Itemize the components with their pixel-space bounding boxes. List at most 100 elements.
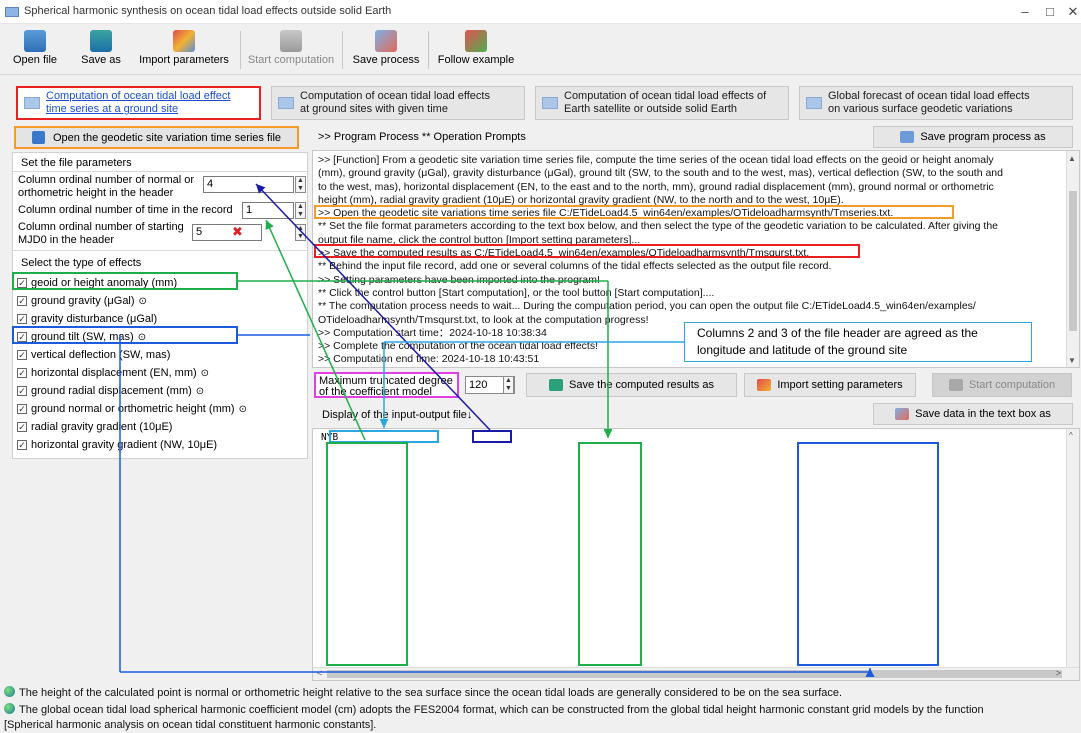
- toolbar-separator: [342, 31, 343, 69]
- start-computation-tool-button[interactable]: Start computation: [244, 28, 338, 72]
- effect-radial-displacement[interactable]: ✓ ground radial displacement (mm) ⊙: [17, 383, 204, 399]
- scroll-thumb[interactable]: [327, 670, 1062, 678]
- checkbox-icon: ✓: [17, 350, 27, 360]
- effect-horizontal-displacement[interactable]: ✓ horizontal displacement (EN, mm) ⊙: [17, 365, 209, 381]
- save-process-button[interactable]: Save process: [348, 28, 424, 72]
- effect-horizontal-gradient[interactable]: ✓ horizontal gravity gradient (NW, 10μE): [17, 437, 217, 453]
- process-scrollbar[interactable]: ▲ ▼: [1066, 151, 1079, 367]
- mode-tab-label: Computation of ocean tidal load effects a…: [300, 90, 490, 115]
- mode-icon: [278, 97, 294, 109]
- effect-label: horizontal displacement (EN, mm): [31, 367, 197, 379]
- import-parameters-button[interactable]: Import parameters: [132, 28, 236, 72]
- callout-line: Columns 2 and 3 of the file header are a…: [697, 326, 978, 340]
- import-parameters-label: Import parameters: [139, 54, 229, 66]
- start-icon: [948, 379, 963, 391]
- process-line: ** Click the control button [Start compu…: [318, 286, 715, 299]
- open-file-button[interactable]: Open file: [6, 28, 64, 72]
- mjd0-column-input[interactable]: 5: [192, 224, 262, 241]
- highlight-height: [472, 430, 512, 443]
- start-computation-label: Start computation: [968, 379, 1056, 391]
- save-text-button[interactable]: Save data in the text box as: [873, 403, 1073, 425]
- process-line: >> Setting parameters have been imported…: [318, 273, 600, 286]
- truncated-degree-spinner[interactable]: ▲ ▼: [503, 376, 514, 394]
- time-column-input[interactable]: 1: [242, 202, 294, 219]
- effects-title: Select the type of effects: [21, 257, 142, 269]
- effect-ground-gravity[interactable]: ✓ ground gravity (μGal) ⊙: [17, 293, 147, 309]
- checkbox-icon: ✓: [17, 314, 27, 324]
- open-site-series-button[interactable]: Open the geodetic site variation time se…: [14, 126, 299, 149]
- follow-example-button[interactable]: Follow example: [434, 28, 518, 72]
- save-results-button[interactable]: Save the computed results as: [526, 373, 737, 397]
- close-button[interactable]: ✕: [1058, 2, 1081, 22]
- toolbar: Open file Save as Import parameters Star…: [0, 25, 1081, 75]
- save-text-label: Save data in the text box as: [915, 408, 1051, 420]
- title-bar: Spherical harmonic synthesis on ocean ti…: [0, 0, 1081, 24]
- save-process-icon: [375, 30, 397, 52]
- mjd0-column-label: Column ordinal number of starting MJD0 in…: [18, 221, 184, 246]
- highlight-geoid-column: [578, 442, 642, 666]
- mode-tab-given-time[interactable]: Computation of ocean tidal load effects a…: [271, 86, 525, 120]
- mode-icon: [806, 97, 822, 109]
- effect-label: ground gravity (μGal): [31, 295, 135, 307]
- open-site-series-label: Open the geodetic site variation time se…: [52, 131, 282, 144]
- open-file-icon: [31, 131, 45, 144]
- import-settings-button[interactable]: Import setting parameters: [744, 373, 916, 397]
- mjd0-column-spinner[interactable]: ▲ ▼: [295, 224, 306, 241]
- io-textbox[interactable]: NYB101.23000029.91000047.21858484.000000…: [312, 428, 1080, 681]
- process-line: ** The computation process needs to wait…: [318, 300, 976, 313]
- highlight-time-column: [326, 442, 408, 666]
- radio-icon[interactable]: ⊙: [201, 368, 209, 379]
- effect-gravity-disturbance[interactable]: ✓ gravity disturbance (μGal): [17, 311, 157, 327]
- divider: [13, 171, 307, 172]
- save-results-label: Save the computed results as: [569, 379, 714, 391]
- checkbox-icon: ✓: [17, 440, 27, 450]
- radio-icon[interactable]: ⊙: [196, 386, 204, 397]
- checkbox-icon: ✓: [17, 404, 27, 414]
- note-model-cont: [Spherical harmonic analysis on ocean ti…: [4, 719, 377, 731]
- save-process-icon: [900, 131, 915, 143]
- mode-icon: [542, 97, 558, 109]
- highlight-save-line: [314, 244, 860, 258]
- io-display-label: Display of the input-output file↓: [322, 409, 473, 421]
- radio-icon[interactable]: ⊙: [139, 296, 147, 307]
- process-line: ** Set the file format parameters accord…: [318, 220, 998, 233]
- invalid-x-icon: ✖: [232, 224, 243, 239]
- height-column-spinner[interactable]: ▲ ▼: [295, 176, 306, 193]
- scroll-thumb[interactable]: [1069, 191, 1077, 331]
- truncated-degree-label: Maximum truncated degree of the coefficie…: [314, 372, 459, 398]
- effect-normal-height[interactable]: ✓ ground normal or orthometric height (mm…: [17, 401, 247, 417]
- follow-example-icon: [465, 30, 487, 52]
- table-hscroll[interactable]: < >: [313, 667, 1079, 680]
- mode-tab-satellite[interactable]: Computation of ocean tidal load effects …: [535, 86, 789, 120]
- table-vscroll[interactable]: ^: [1066, 429, 1079, 667]
- mode-tab-time-series[interactable]: Computation of ocean tidal load effect ti…: [16, 86, 261, 120]
- checkbox-icon: ✓: [17, 368, 27, 378]
- time-column-spinner[interactable]: ▲ ▼: [295, 202, 306, 219]
- highlight-tilt-columns: [797, 442, 939, 666]
- mode-icon: [24, 97, 40, 109]
- process-line: >> [Function] From a geodetic site varia…: [318, 154, 994, 166]
- app-icon: [5, 7, 19, 17]
- divider: [13, 250, 307, 251]
- effect-label: ground normal or orthometric height (mm): [31, 403, 235, 415]
- checkbox-icon: ✓: [17, 422, 27, 432]
- effect-radial-gradient[interactable]: ✓ radial gravity gradient (10μE): [17, 419, 172, 435]
- effect-label: ground radial displacement (mm): [31, 385, 192, 397]
- height-column-label: Column ordinal number of normal or orthom…: [18, 174, 195, 199]
- save-as-button[interactable]: Save as: [76, 28, 126, 72]
- height-column-input[interactable]: 4: [203, 176, 294, 193]
- parameters-panel: Set the file parameters Column ordinal n…: [12, 152, 308, 459]
- save-program-process-button[interactable]: Save program process as: [873, 126, 1073, 148]
- process-line: ** Behind the input file record, add one…: [318, 260, 832, 273]
- effect-label: radial gravity gradient (10μE): [31, 421, 173, 433]
- mode-tab-global-forecast[interactable]: Global forecast of ocean tidal load effe…: [799, 86, 1073, 120]
- start-computation-button[interactable]: Start computation: [932, 373, 1072, 397]
- bullet-icon: [4, 686, 15, 697]
- radio-icon[interactable]: ⊙: [239, 404, 247, 415]
- effect-vertical-deflection[interactable]: ✓ vertical deflection (SW, mas): [17, 347, 170, 363]
- import-parameters-icon: [173, 30, 195, 52]
- import-settings-label: Import setting parameters: [777, 379, 903, 391]
- highlight-open-line: [314, 205, 954, 219]
- save-text-icon: [895, 408, 910, 420]
- mode-tab-label: Computation of ocean tidal load effect ti…: [46, 90, 231, 115]
